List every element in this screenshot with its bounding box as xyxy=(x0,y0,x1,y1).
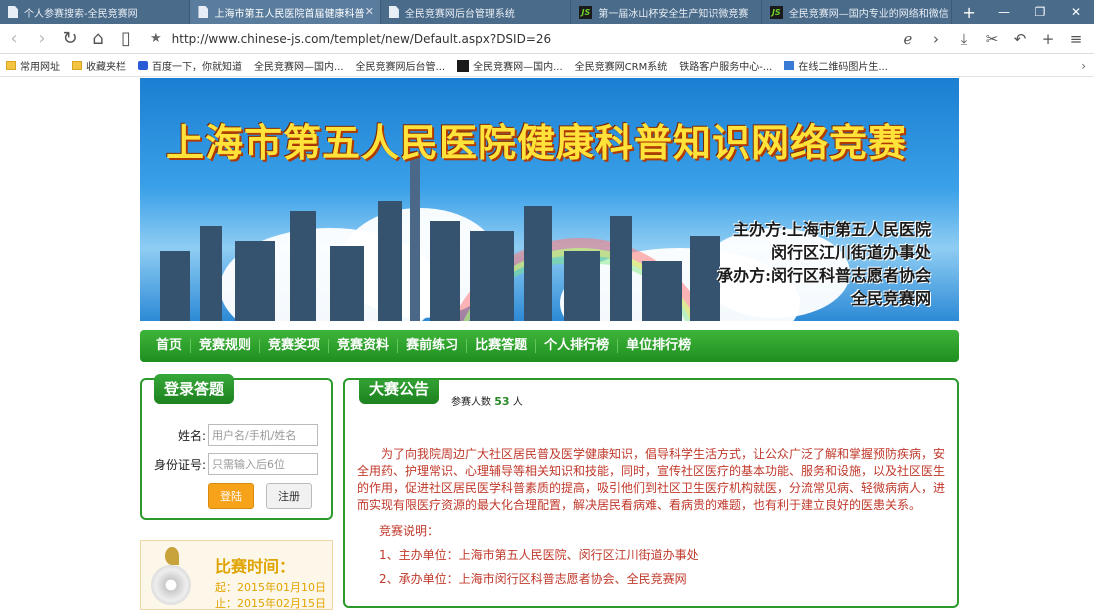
nav-awards[interactable]: 竞赛奖项 xyxy=(260,339,330,353)
nav-personal-ranking[interactable]: 个人排行榜 xyxy=(536,339,619,353)
page-icon xyxy=(8,6,18,18)
nav-practice[interactable]: 赛前练习 xyxy=(398,339,468,353)
close-window-icon[interactable]: ✕ xyxy=(1058,5,1094,19)
bookmark-item[interactable]: 收藏夹栏 xyxy=(72,58,126,73)
login-panel: 登录答题 姓名: 用户名/手机/姓名 身份证号: 只需输入后6位 登陆 注册 xyxy=(140,374,333,520)
bookmark-item[interactable]: 百度一下，你就知道 xyxy=(138,58,242,73)
name-label: 姓名: xyxy=(177,428,206,443)
reading-view-icon[interactable]: ▯ xyxy=(112,24,140,54)
announcement-body: 为了向我院周边广大社区居民普及医学健康知识，倡导科学生活方式，让公众广泛了解和掌… xyxy=(357,446,947,595)
folder-icon xyxy=(6,61,16,70)
browser-tab[interactable]: JS 第一届冰山杯安全生产知识微竞赛 xyxy=(571,0,762,24)
baidu-icon xyxy=(138,61,148,70)
engine-icon[interactable]: ℯ xyxy=(894,30,922,48)
address-bar: ‹ › ↻ ⌂ ▯ ★ http://www.chinese-js.com/te… xyxy=(0,24,1094,54)
chevron-right-icon[interactable]: › xyxy=(1081,59,1086,73)
bookmarks-bar: 常用网址 收藏夹栏 百度一下，你就知道 全民竞赛网—国内... 全民竞赛网后台管… xyxy=(0,55,1094,143)
bookmark-item[interactable]: 全民竞赛网—国内... xyxy=(140,58,344,143)
bookmark-item[interactable]: 铁路客户服务中心-... xyxy=(140,58,772,143)
bookmark-item[interactable]: 常用网址 xyxy=(6,58,60,73)
banner: 上海市第五人民医院健康科普知识网络竞赛 主办方:上海市第五人民医院 闵行区江川街… xyxy=(140,78,959,321)
close-tab-icon[interactable]: ✕ xyxy=(365,5,374,18)
announcement-title: 大赛公告 xyxy=(359,380,440,404)
refresh-icon[interactable]: ↻ xyxy=(56,24,84,54)
id-input[interactable]: 只需输入后6位 xyxy=(208,453,318,475)
notes-item: 1、主办单位：上海市第五人民医院、闵行区江川街道办事处 xyxy=(379,548,699,562)
sprout-icon xyxy=(165,547,179,565)
disc-icon xyxy=(151,565,191,605)
restore-icon[interactable]: ❐ xyxy=(1022,5,1058,19)
new-tab-button[interactable]: + xyxy=(952,0,986,24)
download-icon[interactable]: ⤓ xyxy=(950,30,978,48)
nav-answer[interactable]: 比赛答题 xyxy=(467,339,537,353)
bookmark-item[interactable]: 在线二维码图片生... xyxy=(784,58,888,73)
page-content: 上海市第五人民医院健康科普知识网络竞赛 主办方:上海市第五人民医院 闵行区江川街… xyxy=(140,78,959,610)
js-logo-icon: JS xyxy=(769,5,783,19)
browser-tab-bar: 个人参赛搜索-全民竞赛网 上海市第五人民医院首届健康科普 ✕ 全民竞赛网后台管理系… xyxy=(0,0,1094,24)
participant-count: 参赛人数 53 人 xyxy=(451,395,523,408)
bookmark-item[interactable]: 全民竞赛网CRM系统 xyxy=(140,58,667,143)
time-start: 起：2015年01月10日 xyxy=(215,581,326,594)
nav-materials[interactable]: 竞赛资料 xyxy=(329,339,399,353)
bookmark-item[interactable]: 全民竞赛网后台管... xyxy=(140,58,445,143)
js-logo-icon xyxy=(457,59,470,72)
banner-organizers: 主办方:上海市第五人民医院 闵行区江川街道办事处 承办方:闵行区科普志愿者协会 … xyxy=(717,220,931,308)
folder-icon xyxy=(72,61,82,70)
home-icon[interactable]: ⌂ xyxy=(84,24,112,54)
id-label: 身份证号: xyxy=(153,457,206,472)
back-icon[interactable]: ‹ xyxy=(0,24,28,54)
time-end: 止：2015年02月15日 xyxy=(215,597,326,610)
competition-time-panel: 比赛时间： 起：2015年01月10日 止：2015年02月15日 xyxy=(140,540,333,610)
bookmark-item[interactable]: 全民竞赛网—国内... xyxy=(457,58,563,73)
login-title: 登录答题 xyxy=(154,374,235,404)
name-input[interactable]: 用户名/手机/姓名 xyxy=(208,424,318,446)
cut-icon[interactable]: ✂ xyxy=(978,30,1006,48)
announcement-intro: 为了向我院周边广大社区居民普及医学健康知识，倡导科学生活方式，让公众广泛了解和掌… xyxy=(357,447,946,512)
login-button[interactable]: 登陆 xyxy=(208,483,254,509)
nav-unit-ranking[interactable]: 单位排行榜 xyxy=(618,339,699,353)
browser-tab[interactable]: JS 全民竞赛网—国内专业的网络和微信 xyxy=(762,0,953,24)
page-icon xyxy=(388,6,399,18)
star-icon[interactable]: ★ xyxy=(150,31,162,46)
browser-tab[interactable]: 全民竞赛网后台管理系统 xyxy=(381,0,572,24)
banner-title: 上海市第五人民医院健康科普知识网络竞赛 xyxy=(166,120,908,165)
notes-item: 2、承办单位：上海市闵行区科普志愿者协会、全民竞赛网 xyxy=(379,572,687,586)
menu-icon[interactable]: ≡ xyxy=(1062,30,1090,48)
main-nav: 首页 竞赛规则 竞赛奖项 竞赛资料 赛前练习 比赛答题 个人排行榜 单位排行榜 xyxy=(140,330,959,362)
browser-tab[interactable]: 个人参赛搜索-全民竞赛网 xyxy=(0,0,191,24)
chevron-right-icon[interactable]: › xyxy=(922,30,950,48)
forward-icon[interactable]: › xyxy=(28,24,56,54)
notes-title: 竞赛说明： xyxy=(379,524,440,538)
minimize-icon[interactable]: — xyxy=(986,5,1022,19)
browser-tab-active[interactable]: 上海市第五人民医院首届健康科普 ✕ xyxy=(190,0,381,24)
announcement-panel: 大赛公告 参赛人数 53 人 为了向我院周边广大社区居民普及医学健康知识，倡导科… xyxy=(343,378,959,608)
qr-icon xyxy=(784,61,795,70)
page-icon xyxy=(198,6,209,18)
url-field[interactable]: http://www.chinese-js.com/templet/new/De… xyxy=(172,32,894,46)
time-title: 比赛时间： xyxy=(215,557,296,576)
undo-icon[interactable]: ↶ xyxy=(1006,30,1034,48)
nav-home[interactable]: 首页 xyxy=(148,339,192,353)
js-logo-icon: JS xyxy=(579,5,593,19)
register-button[interactable]: 注册 xyxy=(266,483,312,509)
nav-rules[interactable]: 竞赛规则 xyxy=(191,339,261,353)
add-icon[interactable]: + xyxy=(1034,30,1062,48)
